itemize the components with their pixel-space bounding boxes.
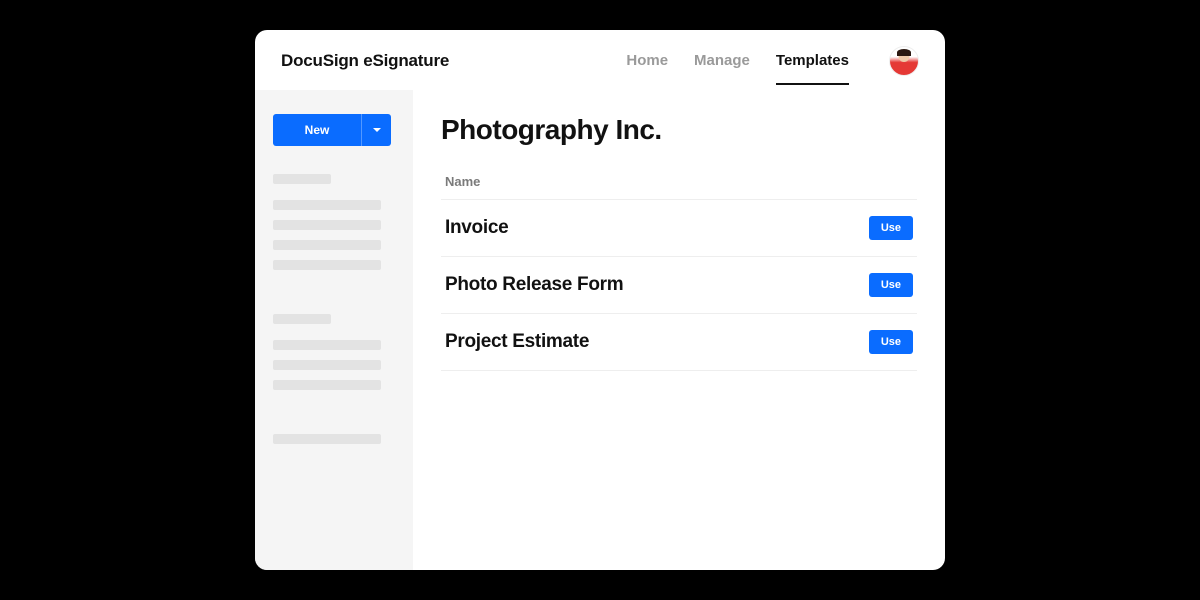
column-header-name: Name xyxy=(441,166,917,200)
new-button-label: New xyxy=(273,123,361,137)
sidebar-placeholder xyxy=(273,434,381,444)
sidebar-placeholder xyxy=(273,260,381,270)
body: New Photography Inc. Name Invoice xyxy=(255,90,945,570)
new-button-dropdown[interactable] xyxy=(361,114,391,146)
brand-logo: DocuSign eSignature xyxy=(281,51,449,71)
main-content: Photography Inc. Name Invoice Use Photo … xyxy=(413,90,945,570)
avatar[interactable] xyxy=(889,46,919,76)
sidebar-gap xyxy=(273,280,395,304)
nav-templates[interactable]: Templates xyxy=(776,52,849,85)
template-name: Photo Release Form xyxy=(445,274,623,296)
main-nav: Home Manage Templates xyxy=(626,52,849,71)
header: DocuSign eSignature Home Manage Template… xyxy=(255,30,945,90)
use-button[interactable]: Use xyxy=(869,273,913,297)
app-window: DocuSign eSignature Home Manage Template… xyxy=(255,30,945,570)
sidebar-placeholder xyxy=(273,174,331,184)
nav-manage[interactable]: Manage xyxy=(694,52,750,85)
page-title: Photography Inc. xyxy=(441,114,917,146)
sidebar-placeholder xyxy=(273,220,381,230)
sidebar-placeholder xyxy=(273,380,381,390)
template-row: Photo Release Form Use xyxy=(441,257,917,314)
template-row: Project Estimate Use xyxy=(441,314,917,371)
use-button[interactable]: Use xyxy=(869,216,913,240)
new-button[interactable]: New xyxy=(273,114,391,146)
sidebar: New xyxy=(255,90,413,570)
sidebar-placeholder xyxy=(273,200,381,210)
sidebar-placeholder xyxy=(273,314,331,324)
use-button[interactable]: Use xyxy=(869,330,913,354)
template-name: Project Estimate xyxy=(445,331,589,353)
chevron-down-icon xyxy=(373,128,381,132)
template-name: Invoice xyxy=(445,217,508,239)
template-row: Invoice Use xyxy=(441,200,917,257)
sidebar-gap xyxy=(273,400,395,424)
sidebar-placeholder xyxy=(273,240,381,250)
sidebar-placeholder xyxy=(273,360,381,370)
sidebar-placeholder xyxy=(273,340,381,350)
nav-home[interactable]: Home xyxy=(626,52,668,85)
